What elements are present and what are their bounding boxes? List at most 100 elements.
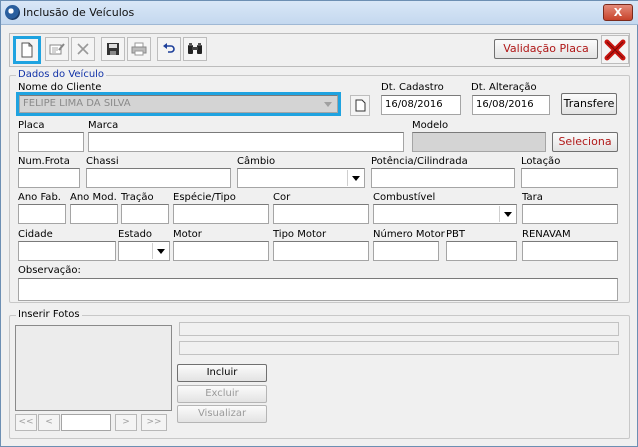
dt-alteracao-label: Dt. Alteração bbox=[471, 82, 537, 93]
delete-button[interactable] bbox=[71, 37, 95, 61]
cambio-select[interactable] bbox=[237, 168, 365, 188]
especie-field[interactable] bbox=[173, 204, 269, 224]
modelo-label: Modelo bbox=[412, 120, 449, 131]
pbt-field[interactable] bbox=[446, 241, 517, 261]
photo-preview bbox=[15, 325, 172, 411]
motor-field[interactable] bbox=[173, 241, 269, 261]
dt-cadastro-label: Dt. Cadastro bbox=[381, 82, 444, 93]
numero-motor-label: Número Motor bbox=[373, 229, 445, 240]
incluir-button[interactable]: Incluir bbox=[177, 364, 267, 382]
nav-last-button[interactable]: >> bbox=[141, 414, 167, 431]
print-icon bbox=[131, 42, 147, 56]
estado-label: Estado bbox=[118, 229, 153, 240]
marca-field[interactable] bbox=[88, 132, 404, 152]
window-close-button[interactable]: X bbox=[603, 4, 633, 21]
lotacao-field[interactable] bbox=[521, 168, 618, 188]
lotacao-label: Lotação bbox=[521, 156, 561, 167]
tracao-field[interactable] bbox=[121, 204, 169, 224]
numero-motor-field[interactable] bbox=[373, 241, 439, 261]
dt-cadastro-field[interactable]: 16/08/2016 bbox=[381, 95, 461, 115]
cidade-field[interactable] bbox=[18, 241, 116, 261]
potencia-label: Potência/Cilindrada bbox=[371, 156, 468, 167]
ano-mod-field[interactable] bbox=[70, 204, 118, 224]
save-button[interactable] bbox=[101, 37, 125, 61]
new-document-icon bbox=[21, 42, 33, 58]
motor-label: Motor bbox=[173, 229, 202, 240]
tara-label: Tara bbox=[522, 192, 543, 203]
toolbar: Validação Placa bbox=[9, 33, 630, 67]
seleciona-button[interactable]: Seleciona bbox=[552, 132, 618, 152]
dt-alteracao-field[interactable]: 16/08/2016 bbox=[472, 95, 550, 115]
renavam-field[interactable] bbox=[522, 241, 618, 261]
inserir-fotos-title: Inserir Fotos bbox=[16, 309, 82, 320]
ano-fab-field[interactable] bbox=[18, 204, 66, 224]
estado-dropdown[interactable] bbox=[152, 243, 168, 259]
renavam-label: RENAVAM bbox=[522, 229, 571, 240]
ano-fab-label: Ano Fab. bbox=[18, 192, 61, 203]
chevron-down-icon bbox=[503, 211, 512, 217]
title-bar: Inclusão de Veículos X bbox=[1, 1, 638, 25]
observacao-label: Observação: bbox=[18, 265, 81, 276]
validacao-placa-button[interactable]: Validação Placa bbox=[494, 39, 598, 59]
dados-veiculo-title: Dados do Veículo bbox=[16, 69, 107, 80]
exit-button[interactable] bbox=[601, 35, 629, 64]
cidade-label: Cidade bbox=[18, 229, 53, 240]
window-title: Inclusão de Veículos bbox=[23, 6, 135, 19]
search-button[interactable] bbox=[183, 37, 207, 61]
undo-button[interactable] bbox=[157, 37, 181, 61]
undo-icon bbox=[163, 43, 175, 53]
cambio-label: Câmbio bbox=[237, 156, 276, 167]
ano-mod-label: Ano Mod. bbox=[70, 192, 117, 203]
novo-cliente-button[interactable] bbox=[350, 95, 370, 116]
placa-label: Placa bbox=[18, 120, 45, 131]
photo-desc-field bbox=[179, 341, 619, 355]
edit-button[interactable] bbox=[45, 37, 69, 61]
nav-next-button[interactable]: > bbox=[115, 414, 137, 431]
excluir-button[interactable]: Excluir bbox=[177, 385, 267, 403]
nome-cliente-dropdown[interactable] bbox=[320, 97, 336, 111]
potencia-field[interactable] bbox=[371, 168, 515, 188]
combustivel-label: Combustível bbox=[373, 192, 436, 203]
marca-label: Marca bbox=[88, 120, 119, 131]
tara-field[interactable] bbox=[522, 204, 618, 224]
chevron-down-icon bbox=[156, 248, 165, 254]
cambio-dropdown[interactable] bbox=[347, 170, 363, 186]
cor-field[interactable] bbox=[273, 204, 369, 224]
observacao-field[interactable] bbox=[18, 278, 618, 301]
nav-first-button[interactable]: << bbox=[15, 414, 37, 431]
modelo-field bbox=[412, 132, 546, 152]
num-frota-field[interactable] bbox=[18, 168, 80, 188]
cor-label: Cor bbox=[273, 192, 291, 203]
delete-icon bbox=[77, 43, 89, 55]
chevron-down-icon bbox=[351, 175, 360, 181]
save-icon bbox=[107, 43, 119, 55]
search-binoculars-icon bbox=[188, 43, 202, 54]
red-x-exit-icon bbox=[604, 39, 626, 60]
pbt-label: PBT bbox=[446, 229, 465, 240]
combustivel-dropdown[interactable] bbox=[499, 206, 515, 222]
especie-label: Espécie/Tipo bbox=[173, 192, 236, 203]
estado-select[interactable] bbox=[118, 241, 170, 261]
new-document-icon bbox=[355, 99, 365, 112]
visualizar-button[interactable]: Visualizar bbox=[177, 405, 267, 423]
num-frota-label: Num.Frota bbox=[18, 156, 70, 167]
nav-prev-button[interactable]: < bbox=[38, 414, 60, 431]
chevron-down-icon bbox=[324, 101, 332, 107]
tracao-label: Tração bbox=[121, 192, 154, 203]
transfere-button[interactable]: Transfere bbox=[561, 93, 617, 115]
chassi-label: Chassi bbox=[86, 156, 119, 167]
main-window: Inclusão de Veículos X Validação Placa D… bbox=[0, 0, 638, 447]
nome-cliente-select[interactable]: FELIPE LIMA DA SILVA bbox=[19, 95, 338, 113]
combustivel-select[interactable] bbox=[373, 204, 517, 224]
new-button[interactable] bbox=[13, 36, 41, 64]
app-icon bbox=[5, 5, 20, 20]
edit-icon bbox=[49, 43, 65, 55]
chassi-field[interactable] bbox=[86, 168, 231, 188]
print-button[interactable] bbox=[127, 37, 151, 61]
placa-field[interactable] bbox=[18, 132, 84, 152]
tipo-motor-field[interactable] bbox=[273, 241, 369, 261]
tipo-motor-label: Tipo Motor bbox=[273, 229, 327, 240]
photo-path-field bbox=[179, 322, 619, 336]
nome-cliente-value: FELIPE LIMA DA SILVA bbox=[23, 98, 131, 109]
page-number-field[interactable] bbox=[61, 414, 111, 431]
